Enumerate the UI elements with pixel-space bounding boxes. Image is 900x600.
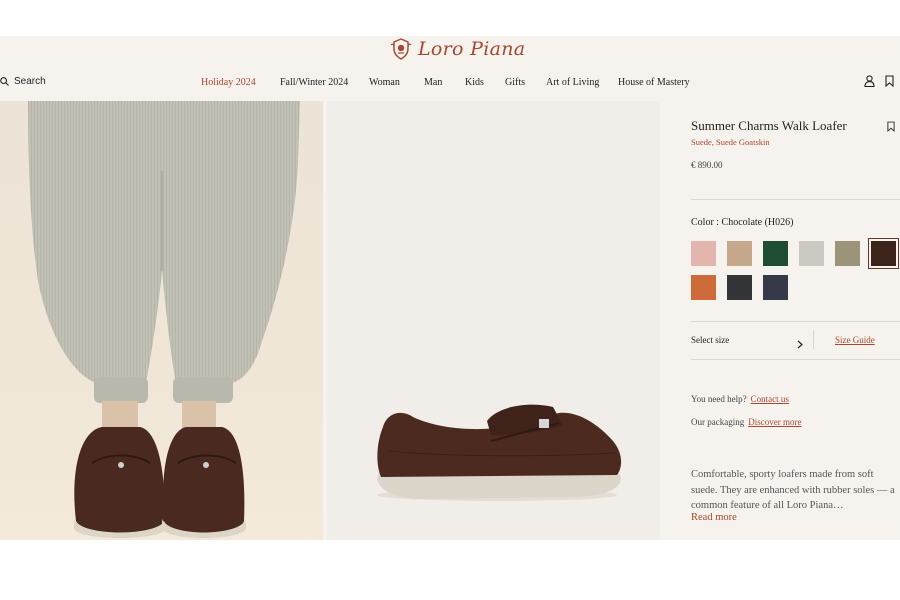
product-image-side[interactable] [327,101,660,540]
product-title: Summer Charms Walk Loafer [691,118,847,133]
packaging-row: Our packaging Discover more [691,417,801,427]
main-nav: Holiday 2024 Fall/Winter 2024 Woman Man … [0,77,900,91]
product-price: € 890.00 [691,160,723,170]
color-swatch[interactable] [691,275,716,300]
account-button[interactable] [864,74,875,92]
save-product-button[interactable] [887,119,895,137]
wishlist-button[interactable] [885,74,894,92]
packaging-label: Our packaging [691,417,745,427]
select-size-button[interactable]: Select size [691,335,729,345]
help-row: You need help? Contact us [691,394,789,404]
brand-wordmark: Loro Piana [418,38,526,60]
color-swatch[interactable] [868,238,899,269]
product-image-model[interactable] [0,101,323,540]
nav-item-fall-winter-2024[interactable]: Fall/Winter 2024 [280,77,348,88]
color-swatch[interactable] [763,275,788,300]
crest-icon [390,38,412,60]
header-actions [864,74,894,92]
nav-item-art-of-living[interactable]: Art of Living [546,77,599,88]
brand-logo[interactable]: Loro Piana [388,36,525,62]
product-description: Comfortable, sporty loafers made from so… [691,469,895,511]
nav-item-kids[interactable]: Kids [465,77,484,88]
read-more-link[interactable]: Read more [691,512,737,523]
color-swatch[interactable] [799,241,824,266]
nav-item-gifts[interactable]: Gifts [505,77,525,88]
discover-more-link[interactable]: Discover more [748,417,801,427]
color-swatch[interactable] [691,241,716,266]
divider [691,199,900,200]
nav-item-house-of-mastery[interactable]: House of Mastery [618,77,690,88]
help-label: You need help? [691,394,747,404]
size-guide-link[interactable]: Size Guide [835,335,875,345]
nav-item-holiday-2024[interactable]: Holiday 2024 [201,77,256,88]
contact-us-link[interactable]: Contact us [751,394,789,404]
nav-item-woman[interactable]: Woman [369,77,400,88]
bookmark-icon [885,75,894,88]
product-material: Suede, Suede Goatskin [691,137,770,147]
divider [691,321,900,322]
color-swatch[interactable] [763,241,788,266]
color-swatch[interactable] [727,241,752,266]
model-photo [28,101,300,538]
nav-item-man[interactable]: Man [424,77,442,88]
chevron-right-icon[interactable] [797,336,803,354]
color-label: Color : Chocolate (H026) [691,217,794,228]
user-icon [864,75,875,88]
divider [691,359,900,360]
color-swatch[interactable] [727,275,752,300]
bookmark-icon [887,121,895,133]
shoe-photo [377,404,622,501]
color-swatch[interactable] [835,241,860,266]
divider [813,330,814,349]
